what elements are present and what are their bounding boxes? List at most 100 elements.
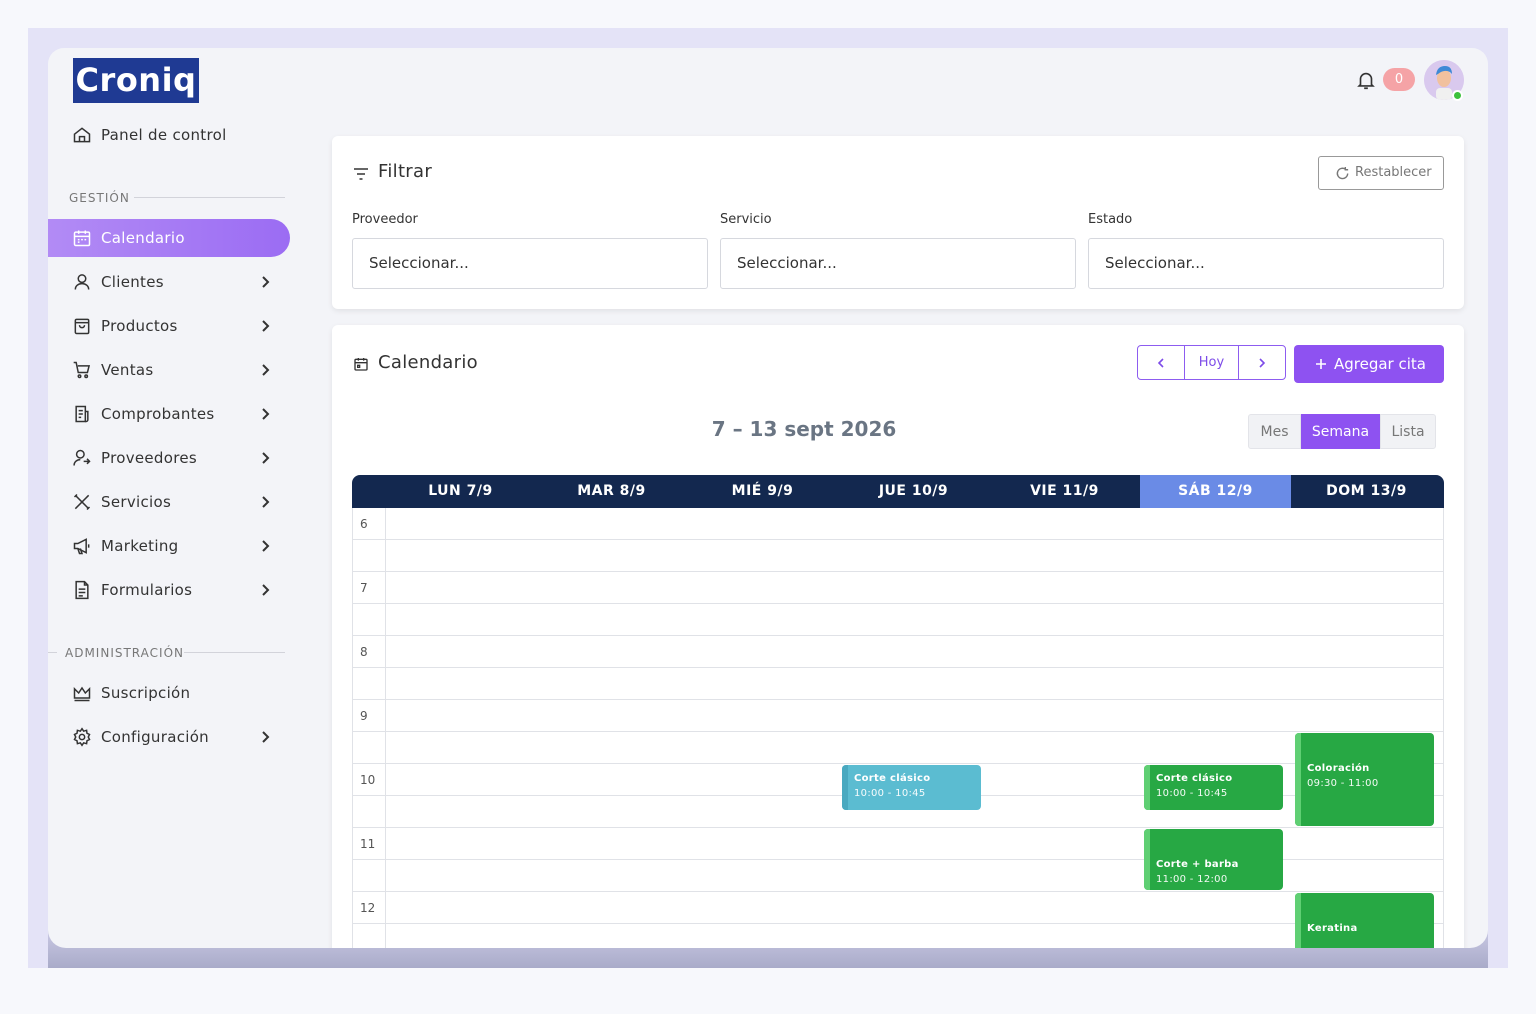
sidebar-item-formularios[interactable]: Formularios — [48, 571, 290, 609]
refresh-icon — [1336, 166, 1349, 180]
service-label: Servicio — [720, 212, 772, 227]
cart-icon — [73, 361, 91, 379]
calendar-card: Calendario Hoy Agregar cita 7 – 13 sept … — [332, 325, 1464, 948]
chevron-right-icon — [262, 276, 270, 288]
section-label-admin: ADMINISTRACIÓN — [65, 646, 184, 660]
prev-button[interactable] — [1138, 346, 1185, 379]
event-time: 10:00 - 10:45 — [854, 788, 926, 799]
supplier-icon — [73, 449, 91, 466]
event-accent-bar — [1144, 765, 1150, 810]
sidebar-item-marketing[interactable]: Marketing — [48, 527, 290, 565]
hour-label: 8 — [360, 645, 368, 659]
sidebar-item-label: Suscripción — [101, 684, 191, 702]
day-header[interactable]: MAR 8/9 — [536, 475, 687, 508]
day-header[interactable]: SÁB 12/9 — [1140, 475, 1291, 508]
chevron-right-icon — [262, 408, 270, 420]
divider — [184, 652, 285, 653]
time-slot-row[interactable] — [352, 604, 1443, 636]
day-header[interactable]: MIÉ 9/9 — [687, 475, 838, 508]
time-slot-row[interactable] — [352, 572, 1443, 604]
add-appointment-button[interactable]: Agregar cita — [1294, 345, 1444, 383]
next-button[interactable] — [1239, 346, 1285, 379]
filter-title: Filtrar — [378, 161, 433, 182]
day-header[interactable]: DOM 13/9 — [1291, 475, 1442, 508]
sidebar-item-label: Comprobantes — [101, 405, 215, 423]
receipt-icon — [75, 405, 89, 423]
hour-label: 6 — [360, 517, 368, 531]
user-icon — [74, 274, 90, 290]
time-slot-row[interactable] — [352, 508, 1443, 540]
reset-label: Restablecer — [1355, 165, 1432, 180]
sidebar-item-label: Calendario — [101, 229, 185, 247]
hour-label: 12 — [360, 901, 376, 915]
event-title: Coloración — [1307, 763, 1370, 774]
sidebar-item-calendario[interactable]: Calendario — [48, 219, 290, 257]
sidebar-item-clientes[interactable]: Clientes — [48, 263, 290, 301]
sidebar-item-label: Clientes — [101, 273, 164, 291]
home-icon — [73, 127, 91, 143]
chevron-right-icon — [262, 540, 270, 552]
event-accent-bar — [1144, 829, 1150, 890]
view-week-button[interactable]: Semana — [1301, 414, 1380, 449]
view-month-button[interactable]: Mes — [1248, 414, 1301, 449]
day-header[interactable]: VIE 11/9 — [989, 475, 1140, 508]
hour-label: 11 — [360, 837, 376, 851]
chevron-right-icon — [262, 584, 270, 596]
event-title: Keratina — [1307, 923, 1358, 934]
time-slot-row[interactable] — [352, 540, 1443, 572]
sidebar-item-productos[interactable]: Productos — [48, 307, 290, 345]
sidebar-item-servicios[interactable]: Servicios — [48, 483, 290, 521]
time-slot-row[interactable] — [352, 892, 1443, 924]
sidebar-item-suscripcion[interactable]: Suscripción — [48, 674, 290, 712]
provider-select[interactable]: Seleccionar... — [352, 238, 708, 289]
appointment-event[interactable]: Keratina — [1295, 893, 1434, 948]
event-title: Corte + barba — [1156, 859, 1239, 870]
chevron-right-icon — [262, 452, 270, 464]
appointment-event[interactable]: Corte clásico 10:00 - 10:45 — [842, 765, 981, 810]
time-slot-row[interactable] — [352, 668, 1443, 700]
filter-card: Filtrar Restablecer Proveedor Selecciona… — [332, 136, 1464, 309]
hour-label: 10 — [360, 773, 376, 787]
sidebar-item-configuracion[interactable]: Configuración — [48, 718, 290, 756]
service-select[interactable]: Seleccionar... — [720, 238, 1076, 289]
sidebar-item-label: Proveedores — [101, 449, 198, 467]
brand-logo[interactable]: Croniq — [73, 58, 199, 103]
event-accent-bar — [1295, 893, 1301, 948]
calendar-icon — [73, 230, 91, 247]
reset-button[interactable]: Restablecer — [1318, 156, 1444, 190]
sidebar-item-label: Productos — [101, 317, 178, 335]
sidebar-item-proveedores[interactable]: Proveedores — [48, 439, 290, 477]
sidebar-item-comprobantes[interactable]: Comprobantes — [48, 395, 290, 433]
megaphone-icon — [73, 538, 90, 555]
appointment-event[interactable]: Coloración 09:30 - 11:00 — [1295, 733, 1434, 826]
sidebar-item-ventas[interactable]: Ventas — [48, 351, 290, 389]
appointment-event[interactable]: Corte + barba 11:00 - 12:00 — [1144, 829, 1283, 890]
tools-icon — [73, 493, 91, 511]
day-header[interactable]: JUE 10/9 — [838, 475, 989, 508]
status-select[interactable]: Seleccionar... — [1088, 238, 1444, 289]
date-range-title: 7 – 13 sept 2026 — [711, 417, 897, 441]
chevron-right-icon — [1259, 357, 1266, 368]
crown-icon — [73, 686, 91, 702]
chevron-left-icon — [1157, 357, 1164, 368]
time-slot-row[interactable] — [352, 924, 1443, 948]
day-header[interactable]: LUN 7/9 — [385, 475, 536, 508]
time-slot-row[interactable] — [352, 700, 1443, 732]
today-button[interactable]: Hoy — [1185, 346, 1239, 379]
time-slot-row[interactable] — [352, 732, 1443, 764]
provider-label: Proveedor — [352, 212, 418, 227]
grid-border — [1443, 508, 1444, 948]
form-icon — [75, 580, 89, 600]
date-navigation: Hoy — [1137, 345, 1286, 380]
section-label-gestion: GESTIÓN — [69, 191, 130, 205]
event-accent-bar — [842, 765, 848, 810]
time-slot-row[interactable] — [352, 636, 1443, 668]
appointment-event[interactable]: Corte clásico 10:00 - 10:45 — [1144, 765, 1283, 810]
bell-icon[interactable] — [1355, 68, 1377, 92]
add-appointment-label: Agregar cita — [1334, 355, 1426, 373]
view-list-button[interactable]: Lista — [1380, 414, 1436, 449]
hour-label: 9 — [360, 709, 368, 723]
sidebar-item-dashboard[interactable]: Panel de control — [48, 116, 290, 154]
divider — [48, 652, 57, 653]
chevron-right-icon — [262, 364, 270, 376]
